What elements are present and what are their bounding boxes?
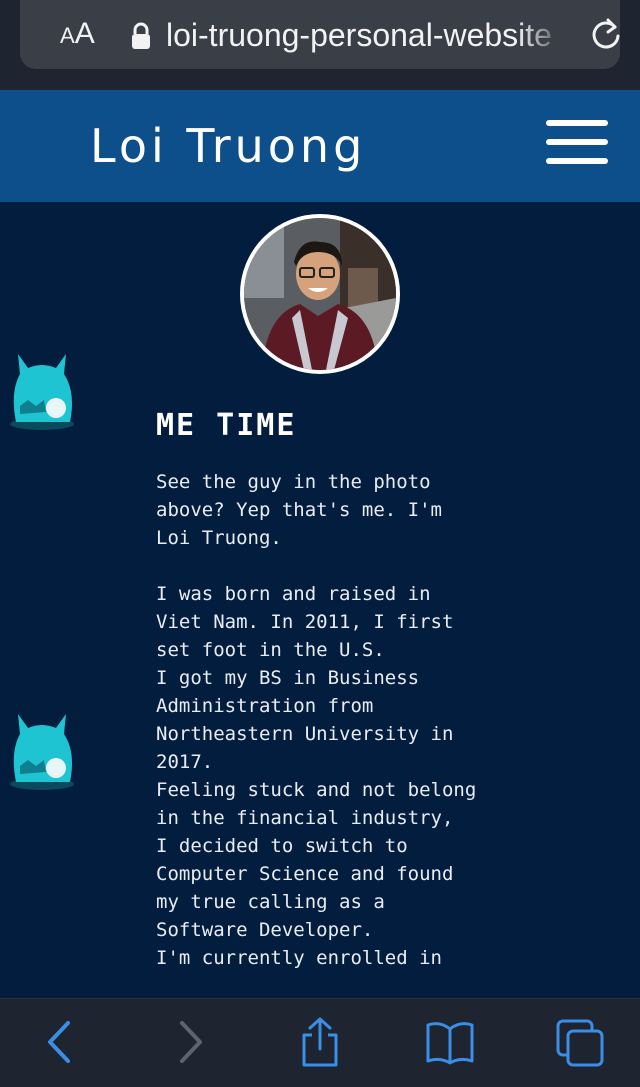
chevron-left-icon[interactable] xyxy=(36,1017,88,1067)
lock-icon xyxy=(132,22,150,49)
about-section: ME TIME See the guy in the photo above? … xyxy=(156,400,486,972)
about-text: See the guy in the photo above? Yep that… xyxy=(156,471,477,969)
tabs-icon[interactable] xyxy=(554,1017,606,1067)
reader-text-size-button[interactable]: AA xyxy=(60,16,95,54)
totoro-decoration-icon xyxy=(10,714,74,790)
browser-toolbar xyxy=(0,998,640,1087)
hamburger-menu-icon[interactable] xyxy=(546,120,608,166)
reload-icon[interactable] xyxy=(588,16,624,52)
book-icon[interactable] xyxy=(424,1017,476,1067)
address-bar[interactable]: AA loi-truong-personal-website xyxy=(20,0,620,69)
profile-photo xyxy=(240,214,400,374)
url-text[interactable]: loi-truong-personal-website xyxy=(166,14,566,56)
chevron-right-icon[interactable] xyxy=(164,1017,216,1067)
share-icon[interactable] xyxy=(294,1017,346,1067)
browser-address-area: AA loi-truong-personal-website xyxy=(0,0,640,90)
section-heading: ME TIME xyxy=(156,408,297,443)
site-header: Loi Truong xyxy=(0,90,640,202)
site-title[interactable]: Loi Truong xyxy=(90,118,366,174)
totoro-decoration-icon xyxy=(10,354,74,430)
profile-photo-image xyxy=(244,218,396,370)
